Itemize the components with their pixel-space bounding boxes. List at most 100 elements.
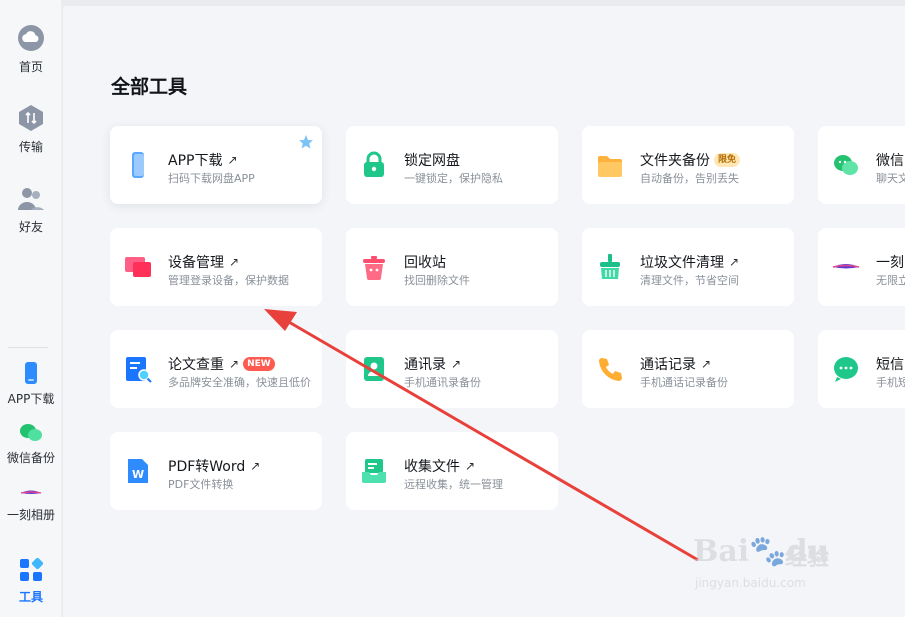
main-top-strip [63, 0, 905, 6]
external-arrow-icon: ↗ [227, 153, 238, 167]
card-title: 微信 [876, 153, 904, 169]
card-title: 收集文件 [404, 459, 460, 475]
paw-icon: 🐾 [749, 534, 787, 569]
friends-icon [18, 188, 44, 210]
tool-card-sms[interactable]: 短信 手机短 [818, 330, 905, 408]
phone-call-icon [599, 358, 622, 381]
external-arrow-icon: ↗ [229, 255, 240, 269]
card-title: APP下载 [168, 153, 223, 169]
card-title: 锁定网盘 [404, 153, 460, 169]
tool-card-wechat[interactable]: 微信 聊天文 [818, 126, 905, 204]
tool-card-yike[interactable]: 一刻 无限立 [818, 228, 905, 306]
card-title: 文件夹备份 [640, 153, 710, 169]
external-arrow-icon: ↗ [465, 459, 476, 473]
card-title: PDF转Word [168, 459, 246, 475]
device-icon [125, 257, 151, 277]
card-title: 通讯录 [404, 357, 446, 373]
card-title: 论文查重 [168, 357, 224, 373]
sidebar-item-transfer[interactable]: 传输 [0, 104, 62, 155]
tool-card-folder-backup[interactable]: 文件夹备份 限免 自动备份，告别丢失 [582, 126, 794, 204]
tool-card-pdf-to-word[interactable]: W PDF转Word ↗ PDF文件转换 [110, 432, 322, 510]
card-title-row: 设备管理 ↗ [168, 252, 239, 272]
card-title: 垃圾文件清理 [640, 255, 724, 271]
sidebar-item-label: 传输 [18, 140, 43, 154]
card-title-row: 文件夹备份 限免 [640, 150, 741, 170]
card-title-row: 一刻 [876, 252, 904, 272]
card-title-row: PDF转Word ↗ [168, 456, 260, 476]
transfer-icon [19, 105, 43, 131]
star-icon[interactable] [298, 134, 314, 150]
card-subtitle: PDF文件转换 [168, 478, 234, 491]
new-badge: NEW [243, 357, 275, 371]
sidebar-item-app-download[interactable]: APP下载 [0, 362, 62, 407]
card-title: 设备管理 [168, 255, 224, 271]
cloud-icon [18, 25, 44, 51]
sidebar-item-tools[interactable]: 工具 [0, 558, 62, 605]
sidebar-item-label: 微信备份 [6, 451, 55, 465]
external-arrow-icon: ↗ [250, 459, 261, 473]
card-subtitle: 手机通话记录备份 [640, 376, 728, 389]
limited-free-badge: 限免 [714, 153, 741, 167]
tool-card-contacts[interactable]: 通讯录 ↗ 手机通讯录备份 [346, 330, 558, 408]
sidebar-item-home[interactable]: 首页 [0, 24, 62, 75]
card-subtitle: 自动备份，告别丢失 [640, 172, 739, 185]
card-title-row: 论文查重 ↗ NEW [168, 354, 275, 374]
card-subtitle: 清理文件，节省空间 [640, 274, 739, 287]
card-subtitle: 无限立 [876, 274, 905, 287]
card-title: 一刻 [876, 255, 904, 271]
card-title-row: 通话记录 ↗ [640, 354, 711, 374]
card-subtitle: 多品牌安全准确，快速且低价 [168, 376, 311, 389]
folder-icon [598, 156, 622, 177]
album-icon [832, 264, 860, 269]
lock-icon [364, 151, 384, 177]
sidebar-item-album[interactable]: 一刻相册 [0, 488, 62, 523]
sidebar-item-label: 好友 [18, 220, 43, 234]
trash-icon [363, 256, 385, 280]
tool-card-call-log[interactable]: 通话记录 ↗ 手机通话记录备份 [582, 330, 794, 408]
external-arrow-icon: ↗ [729, 255, 740, 269]
sidebar-item-friends[interactable]: 好友 [0, 186, 62, 235]
card-title: 回收站 [404, 255, 446, 271]
tool-card-app-download[interactable]: APP下载 ↗ 扫码下载网盘APP [110, 126, 322, 204]
sidebar-item-label: 工具 [18, 590, 43, 604]
sidebar-item-wechat-backup[interactable]: 微信备份 [0, 423, 62, 466]
inbox-icon [362, 459, 386, 483]
watermark-cn: 经验 [785, 546, 830, 571]
tool-card-junk-cleanup[interactable]: 垃圾文件清理 ↗ 清理文件，节省空间 [582, 228, 794, 306]
card-subtitle: 聊天文 [876, 172, 905, 185]
tool-card-paper-check[interactable]: 论文查重 ↗ NEW 多品牌安全准确，快速且低价 [110, 330, 322, 408]
broom-icon [600, 254, 620, 279]
card-title-row: 垃圾文件清理 ↗ [640, 252, 739, 272]
document-search-icon [126, 357, 152, 383]
tool-card-recycle-bin[interactable]: 回收站 找回删除文件 [346, 228, 558, 306]
phone-icon [132, 152, 144, 178]
watermark: Bai🐾du 经验 jingyan.baidu.com [693, 520, 863, 600]
album-icon [20, 490, 42, 494]
contacts-icon [364, 357, 384, 381]
card-title-row: 微信 [876, 150, 904, 170]
card-title-row: 收集文件 ↗ [404, 456, 475, 476]
message-icon [834, 357, 858, 382]
sidebar-item-label: 首页 [18, 60, 43, 74]
card-title-row: 短信 [876, 354, 904, 374]
sidebar-item-label: 一刻相册 [6, 508, 55, 522]
sidebar: 首页 传输 好友 APP下载 微信备份 一刻相册 工具 [0, 0, 62, 617]
tool-card-device-management[interactable]: 设备管理 ↗ 管理登录设备，保护数据 [110, 228, 322, 306]
card-subtitle: 找回删除文件 [404, 274, 470, 287]
wechat-icon [20, 424, 42, 441]
external-arrow-icon: ↗ [701, 357, 712, 371]
card-title-row: APP下载 ↗ [168, 150, 238, 170]
tool-card-collect-files[interactable]: 收集文件 ↗ 远程收集，统一管理 [346, 432, 558, 510]
card-subtitle: 手机通讯录备份 [404, 376, 481, 389]
card-subtitle: 远程收集，统一管理 [404, 478, 503, 491]
wechat-icon [834, 155, 858, 175]
card-subtitle: 扫码下载网盘APP [168, 172, 255, 185]
watermark-brand-part1: Bai [693, 534, 750, 569]
card-title-row: 回收站 [404, 252, 446, 272]
tool-card-lock-disk[interactable]: 锁定网盘 一键锁定，保护隐私 [346, 126, 558, 204]
card-title: 通话记录 [640, 357, 696, 373]
tools-icon [20, 558, 43, 581]
phone-icon [25, 362, 37, 384]
word-doc-icon: W [128, 459, 148, 483]
card-title-row: 锁定网盘 [404, 150, 460, 170]
